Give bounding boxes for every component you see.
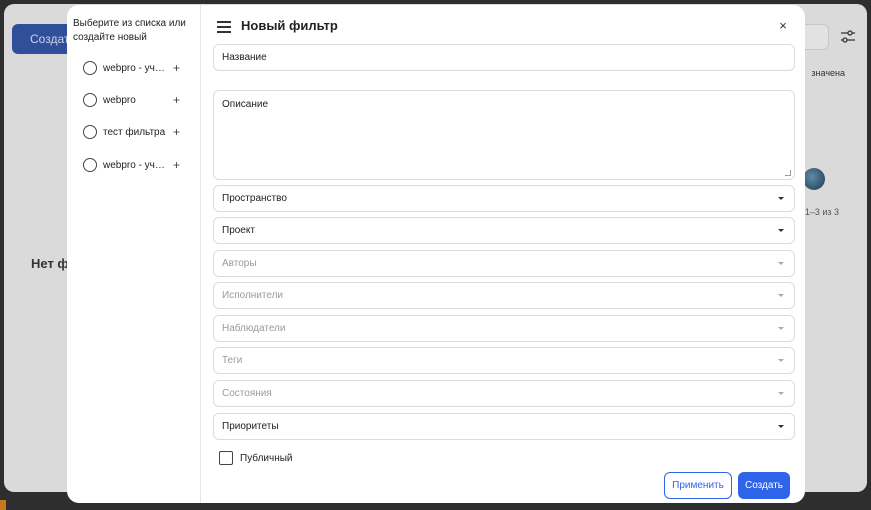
name-placeholder: Название xyxy=(222,52,267,63)
priorities-label: Приоритеты xyxy=(222,421,279,432)
states-label: Состояния xyxy=(222,388,272,399)
saved-filter-item[interactable]: тест фильтра + xyxy=(83,123,187,141)
chevron-down-icon xyxy=(778,197,784,200)
radio-button[interactable] xyxy=(83,158,97,172)
saved-filters-panel: Выберите из списка или создайте новый we… xyxy=(67,5,201,503)
saved-filter-label: webpro - уча… xyxy=(103,159,167,171)
avatar xyxy=(803,168,825,190)
chevron-down-icon xyxy=(778,229,784,232)
filter-settings-icon xyxy=(841,30,855,43)
plus-icon[interactable]: + xyxy=(173,61,180,75)
authors-label: Авторы xyxy=(222,258,257,269)
close-icon[interactable]: × xyxy=(776,19,790,33)
assignees-label: Исполнители xyxy=(222,290,284,301)
public-checkbox-row[interactable]: Публичный xyxy=(219,451,293,465)
chevron-down-icon xyxy=(778,294,784,297)
assignees-select[interactable]: Исполнители xyxy=(213,282,795,309)
saved-filters-title: Выберите из списка или создайте новый xyxy=(73,18,186,43)
chevron-down-icon xyxy=(778,425,784,428)
space-label: Пространство xyxy=(222,193,287,204)
bg-assigned-column: значена xyxy=(811,68,845,78)
new-filter-modal: Выберите из списка или создайте новый we… xyxy=(67,5,805,503)
states-select[interactable]: Состояния xyxy=(213,380,795,407)
radio-button[interactable] xyxy=(83,61,97,75)
space-select[interactable]: Пространство xyxy=(213,185,795,212)
resize-handle-icon[interactable] xyxy=(785,170,791,176)
chevron-down-icon xyxy=(778,327,784,330)
saved-filter-item[interactable]: webpro - уча… + xyxy=(83,156,187,174)
plus-icon[interactable]: + xyxy=(173,93,180,107)
radio-button[interactable] xyxy=(83,125,97,139)
chevron-down-icon xyxy=(778,392,784,395)
watchers-select[interactable]: Наблюдатели xyxy=(213,315,795,342)
tags-select[interactable]: Теги xyxy=(213,347,795,374)
plus-icon[interactable]: + xyxy=(173,158,180,172)
watchers-label: Наблюдатели xyxy=(222,323,286,334)
bg-pagination: 1–3 из 3 xyxy=(804,207,839,217)
public-checkbox[interactable] xyxy=(219,451,233,465)
project-select[interactable]: Проект xyxy=(213,217,795,244)
apply-button[interactable]: Применить xyxy=(664,472,732,499)
saved-filter-label: webpro - уча… xyxy=(103,62,167,74)
description-placeholder: Описание xyxy=(222,99,269,110)
name-input[interactable]: Название xyxy=(213,44,795,71)
saved-filter-item[interactable]: webpro - уча… + xyxy=(83,59,187,77)
saved-filter-item[interactable]: webpro + xyxy=(83,91,187,109)
description-textarea[interactable]: Описание xyxy=(213,90,795,180)
priorities-select[interactable]: Приоритеты xyxy=(213,413,795,440)
project-label: Проект xyxy=(222,225,255,236)
tags-label: Теги xyxy=(222,355,243,366)
saved-filter-label: тест фильтра xyxy=(103,126,166,138)
menu-icon[interactable] xyxy=(217,21,231,33)
authors-select[interactable]: Авторы xyxy=(213,250,795,277)
modal-title: Новый фильтр xyxy=(241,18,338,33)
bg-corner-marker xyxy=(0,500,6,510)
chevron-down-icon xyxy=(778,359,784,362)
saved-filter-label: webpro xyxy=(103,94,136,106)
chevron-down-icon xyxy=(778,262,784,265)
public-label: Публичный xyxy=(240,452,293,464)
radio-button[interactable] xyxy=(83,93,97,107)
plus-icon[interactable]: + xyxy=(173,125,180,139)
create-button[interactable]: Создать xyxy=(738,472,790,499)
